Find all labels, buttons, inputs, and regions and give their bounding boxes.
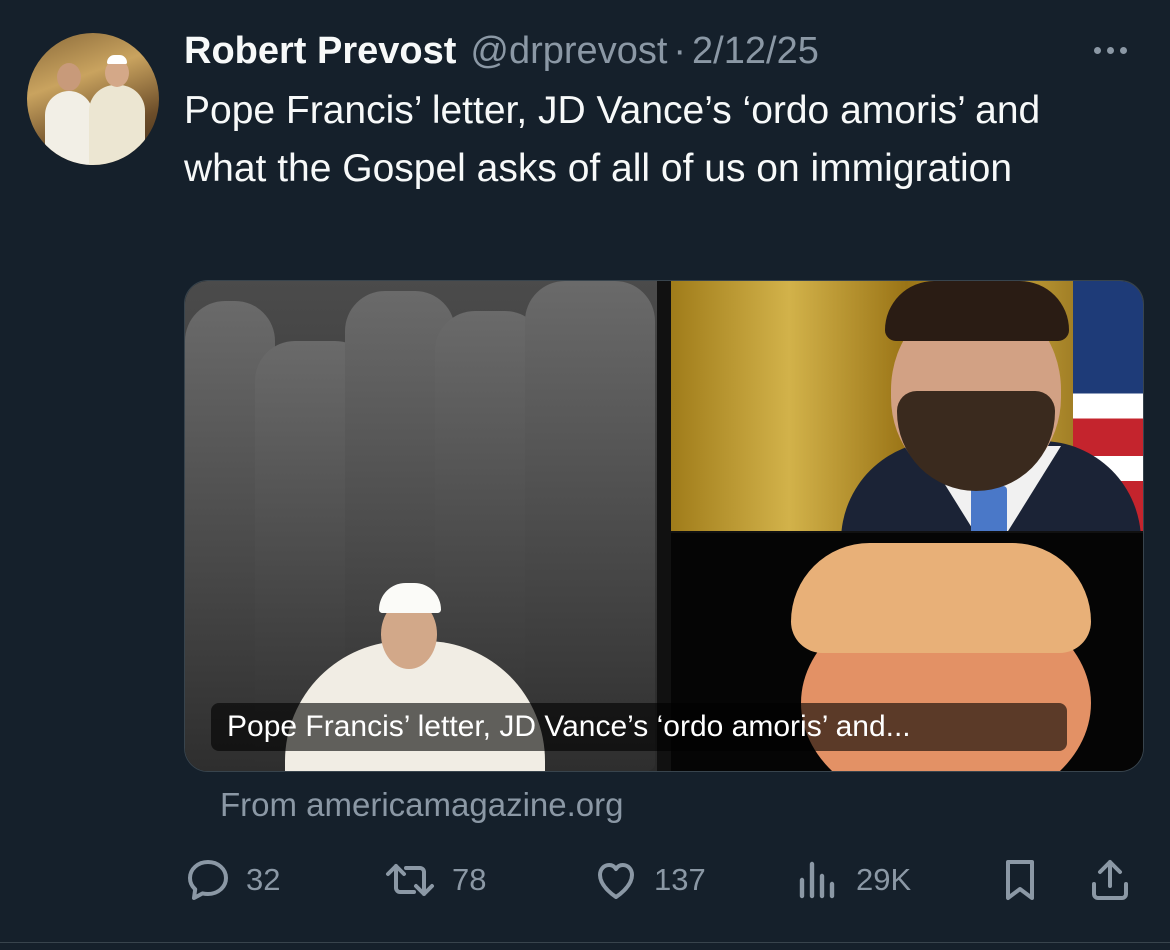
tweet-header: Robert Prevost @drprevost · 2/12/25 — [184, 30, 819, 76]
repost-icon — [386, 864, 434, 896]
reply-icon — [188, 860, 228, 900]
views-icon — [799, 861, 835, 899]
card-caption: Pope Francis’ letter, JD Vance’s ‘ordo a… — [211, 703, 1067, 751]
share-button[interactable] — [1086, 855, 1134, 905]
action-bar: 32 78 137 29K — [184, 855, 1142, 905]
more-dot — [1094, 46, 1101, 54]
avatar[interactable] — [27, 33, 159, 165]
repost-count: 78 — [452, 862, 487, 897]
more-dot — [1120, 46, 1127, 54]
tweet-date[interactable]: 2/12/25 — [692, 30, 819, 73]
avatar-cap — [107, 55, 127, 64]
card-image-statue — [185, 281, 657, 771]
header-separator: · — [673, 30, 687, 72]
tie — [971, 486, 1007, 531]
card-image-vance — [671, 281, 1143, 531]
avatar-figure-right — [89, 85, 145, 165]
avatar-head-left — [57, 63, 81, 91]
link-card[interactable]: Pope Francis’ letter, JD Vance’s ‘ordo a… — [184, 280, 1144, 772]
bookmark-button[interactable] — [996, 855, 1044, 905]
tweet[interactable]: Robert Prevost @drprevost · 2/12/25 Pope… — [0, 0, 1170, 950]
views-count: 29K — [856, 862, 912, 897]
views-button[interactable]: 29K — [794, 855, 911, 905]
more-icon[interactable] — [1094, 38, 1138, 62]
reply-count: 32 — [246, 862, 281, 897]
share-icon — [1092, 860, 1128, 900]
card-source[interactable]: From americamagazine.org — [220, 786, 623, 824]
more-dot — [1107, 46, 1114, 54]
author-name[interactable]: Robert Prevost — [184, 30, 456, 73]
like-button[interactable]: 137 — [592, 855, 706, 905]
divider — [0, 942, 1170, 943]
hair — [885, 281, 1069, 341]
like-count: 137 — [654, 862, 706, 897]
like-icon — [598, 863, 634, 899]
bookmark-icon — [1006, 860, 1034, 900]
reply-button[interactable]: 32 — [184, 855, 280, 905]
hair — [791, 543, 1091, 653]
tweet-text: Pope Francis’ letter, JD Vance’s ‘ordo a… — [184, 89, 1041, 190]
author-handle[interactable]: @drprevost — [470, 30, 667, 73]
avatar-figure-left — [45, 91, 93, 165]
statue-figure — [525, 281, 655, 771]
repost-button[interactable]: 78 — [382, 855, 486, 905]
